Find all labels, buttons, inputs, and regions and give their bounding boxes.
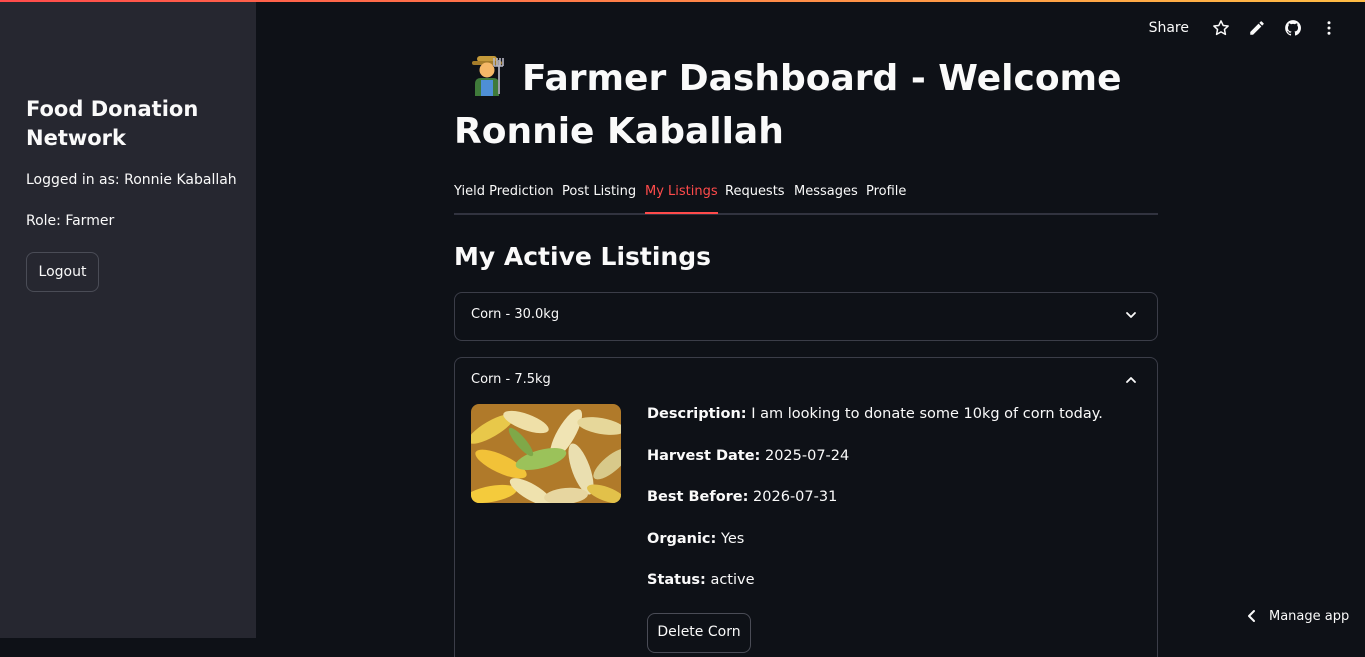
chevron-up-icon[interactable] <box>1123 372 1139 388</box>
role-text: Role: Farmer <box>26 213 114 229</box>
listing-header: Corn - 30.0kg <box>471 307 559 322</box>
chevron-down-icon <box>1123 307 1139 323</box>
description-value: I am looking to donate some 10kg of corn… <box>751 406 1103 422</box>
page-title: Farmer Dashboard - Welcome Ronnie Kaball… <box>454 52 1158 158</box>
best-before-row: Best Before: 2026-07-31 <box>647 489 837 505</box>
status-row: Status: active <box>647 572 755 588</box>
tab-profile[interactable]: Profile <box>866 184 906 212</box>
best-before-value: 2026-07-31 <box>753 489 837 505</box>
github-icon[interactable] <box>1275 14 1311 42</box>
description-row: Description: I am looking to donate some… <box>647 406 1103 422</box>
tab-yield-prediction[interactable]: Yield Prediction <box>454 184 554 212</box>
listing-expander-open: Corn - 7.5kg <box>454 357 1158 657</box>
edit-icon[interactable] <box>1239 14 1275 42</box>
farmer-emoji-icon <box>466 54 508 96</box>
logout-button[interactable]: Logout <box>26 252 99 292</box>
section-title: My Active Listings <box>454 242 711 271</box>
share-button[interactable]: Share <box>1149 20 1189 36</box>
organic-value: Yes <box>721 531 744 547</box>
tab-my-listings[interactable]: My Listings <box>645 184 718 214</box>
page-title-text: Farmer Dashboard - Welcome Ronnie Kaball… <box>454 58 1121 152</box>
more-vertical-icon[interactable] <box>1311 14 1347 42</box>
star-icon[interactable] <box>1203 14 1239 42</box>
tab-requests[interactable]: Requests <box>725 184 785 212</box>
top-decoration-bar <box>0 0 1365 2</box>
tab-bar: Yield Prediction Post Listing My Listing… <box>454 180 1158 215</box>
harvest-date-row: Harvest Date: 2025-07-24 <box>647 448 849 464</box>
tab-post-listing[interactable]: Post Listing <box>562 184 636 212</box>
organic-row: Organic: Yes <box>647 531 744 547</box>
delete-listing-button[interactable]: Delete Corn <box>647 613 751 653</box>
corn-image <box>471 404 621 503</box>
app-toolbar: Share <box>1149 14 1347 42</box>
tab-messages[interactable]: Messages <box>794 184 858 212</box>
logged-in-text: Logged in as: Ronnie Kaballah <box>26 172 237 188</box>
status-value: active <box>710 572 754 588</box>
listing-expander[interactable]: Corn - 30.0kg <box>454 292 1158 341</box>
listing-header[interactable]: Corn - 7.5kg <box>471 372 551 387</box>
sidebar: Food Donation Network Logged in as: Ronn… <box>0 0 256 638</box>
manage-app-label: Manage app <box>1269 609 1349 624</box>
manage-app-button[interactable]: Manage app <box>1235 594 1365 638</box>
chevron-left-icon <box>1245 609 1259 623</box>
harvest-date-value: 2025-07-24 <box>765 448 849 464</box>
sidebar-title: Food Donation Network <box>26 95 226 153</box>
